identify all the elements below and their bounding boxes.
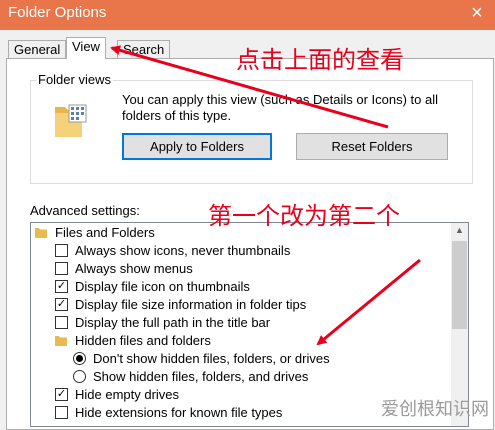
checkbox[interactable] [55, 244, 68, 257]
folder-views-description: You can apply this view (such as Details… [122, 92, 439, 123]
title-bar: Folder Options × [0, 0, 495, 30]
reset-folders-button[interactable]: Reset Folders [296, 133, 448, 160]
tab-general-label: General [14, 42, 61, 57]
tab-view[interactable]: View [66, 37, 106, 59]
checkbox-label: Display file icon on thumbnails [75, 279, 250, 294]
tree-folder-label: Hidden files and folders [75, 333, 211, 348]
scrollbar-thumb[interactable] [452, 241, 467, 329]
checkbox-label: Always show icons, never thumbnails [75, 243, 291, 258]
radio[interactable] [73, 370, 86, 383]
watermark: 爱创根知识网 [381, 399, 489, 419]
advanced-settings-label: Advanced settings: [30, 203, 140, 218]
apply-to-folders-button[interactable]: Apply to Folders [122, 133, 272, 160]
folder-icon [35, 228, 47, 238]
checkbox-label: Display file size information in folder … [75, 297, 307, 312]
window-title: Folder Options [8, 4, 107, 21]
radio-selected[interactable] [73, 352, 86, 365]
checkbox-label: Display the full path in the title bar [75, 315, 271, 330]
tab-search-label: Search [123, 42, 165, 57]
checkbox-checked[interactable]: ✓ [55, 280, 68, 293]
scroll-up-icon[interactable]: ▲ [451, 225, 468, 235]
checkbox-label: Hide extensions for known file types [75, 405, 283, 420]
folder-grid-icon [55, 104, 87, 137]
annotation-click-view: 点击上面的查看 [236, 47, 404, 74]
tab-search[interactable]: Search [117, 40, 171, 59]
checkbox-checked[interactable]: ✓ [55, 298, 68, 311]
folder-views-legend: Folder views [36, 72, 113, 87]
checkbox[interactable] [55, 262, 68, 275]
radio-label: Don't show hidden files, folders, or dri… [93, 351, 330, 366]
checkbox[interactable] [55, 316, 68, 329]
folder-icon [55, 336, 67, 346]
checkbox-label: Always show menus [75, 261, 193, 276]
annotation-change-first-to-second: 第一个改为第二个 [208, 203, 400, 230]
tab-general[interactable]: General [8, 40, 67, 59]
checkbox-label: Hide empty drives [75, 387, 180, 402]
radio-label: Show hidden files, folders, and drives [93, 369, 309, 384]
tab-view-label: View [72, 39, 100, 54]
checkbox-checked[interactable]: ✓ [55, 388, 68, 401]
close-icon[interactable]: × [465, 2, 489, 26]
checkbox[interactable] [55, 406, 68, 419]
tree-folder-label: Files and Folders [55, 225, 155, 240]
